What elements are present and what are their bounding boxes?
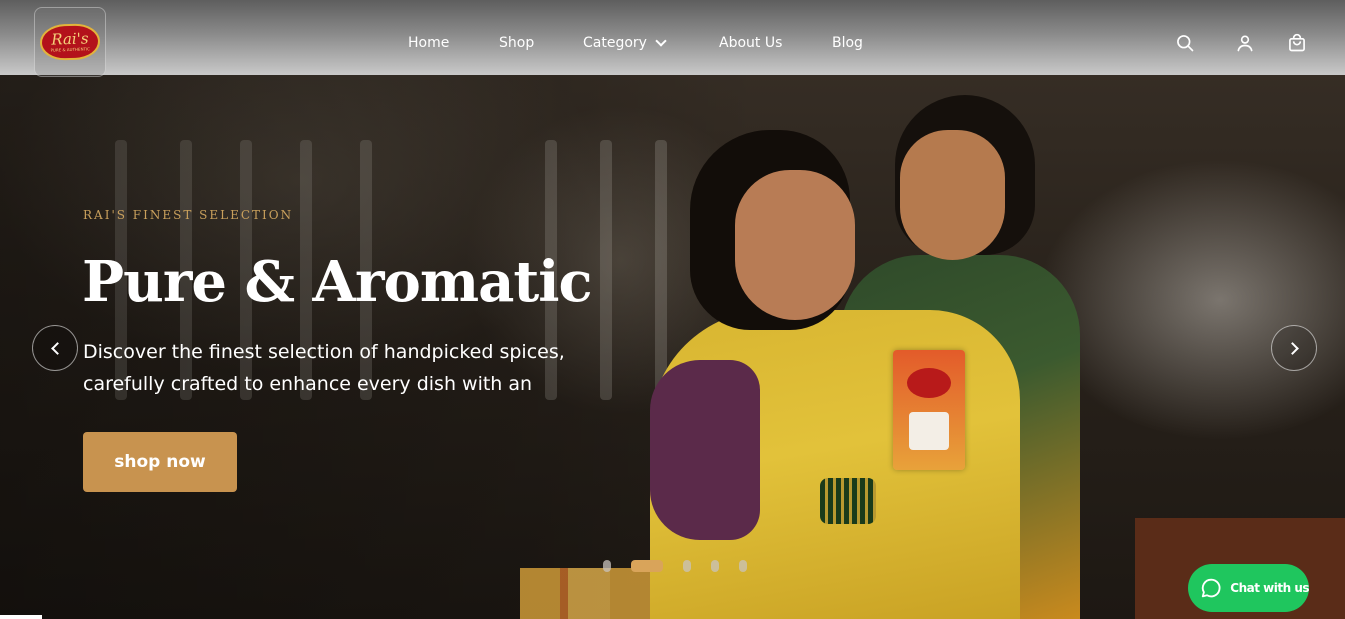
carousel-dot-active[interactable]	[631, 560, 663, 572]
woman-front-face	[735, 170, 855, 320]
packet-logo	[907, 368, 951, 398]
chevron-down-icon	[655, 35, 667, 47]
nav-about-us[interactable]: About Us	[719, 32, 782, 54]
carousel-prev-button[interactable]	[32, 325, 78, 371]
woman-front-sleeve	[650, 360, 760, 540]
hero-description-line-1: Discover the finest selection of handpic…	[83, 341, 565, 363]
hero-description-line-2: carefully crafted to enhance every dish …	[83, 373, 533, 395]
carousel-dot[interactable]	[739, 560, 747, 572]
carousel-dot[interactable]	[711, 560, 719, 572]
site-header: Rai's PURE & AUTHENTIC Home Shop Categor…	[0, 0, 1345, 77]
carousel-dot[interactable]	[683, 560, 691, 572]
chat-label: Chat with us	[1230, 581, 1309, 595]
spice-packet	[893, 350, 965, 470]
carousel-pagination	[603, 560, 753, 572]
hero-eyebrow: RAI'S FINEST SELECTION	[83, 208, 294, 222]
nav-shop[interactable]: Shop	[499, 32, 534, 54]
nav-blog[interactable]: Blog	[832, 32, 863, 54]
cart-icon[interactable]	[1287, 33, 1307, 53]
user-icon[interactable]	[1235, 33, 1255, 53]
carousel-dot[interactable]	[603, 560, 611, 572]
chat-with-us-button[interactable]: Chat with us	[1188, 564, 1309, 612]
nav-category[interactable]: Category	[583, 32, 667, 54]
woman-back-face	[900, 130, 1005, 260]
chevron-right-icon	[1285, 341, 1299, 355]
search-icon[interactable]	[1175, 33, 1195, 53]
chevron-left-icon	[50, 341, 64, 355]
packet-window	[909, 412, 949, 450]
shop-now-button[interactable]: shop now	[83, 432, 237, 492]
nav-home[interactable]: Home	[408, 32, 449, 54]
carousel-next-button[interactable]	[1271, 325, 1317, 371]
chat-bubble-icon	[1201, 578, 1221, 598]
nav-category-label: Category	[583, 35, 647, 51]
bangles	[820, 478, 876, 524]
main-nav: Home Shop Category About Us Blog	[0, 32, 1345, 54]
corner-tab	[0, 615, 42, 619]
hero-headline: Pure & Aromatic	[82, 249, 593, 315]
